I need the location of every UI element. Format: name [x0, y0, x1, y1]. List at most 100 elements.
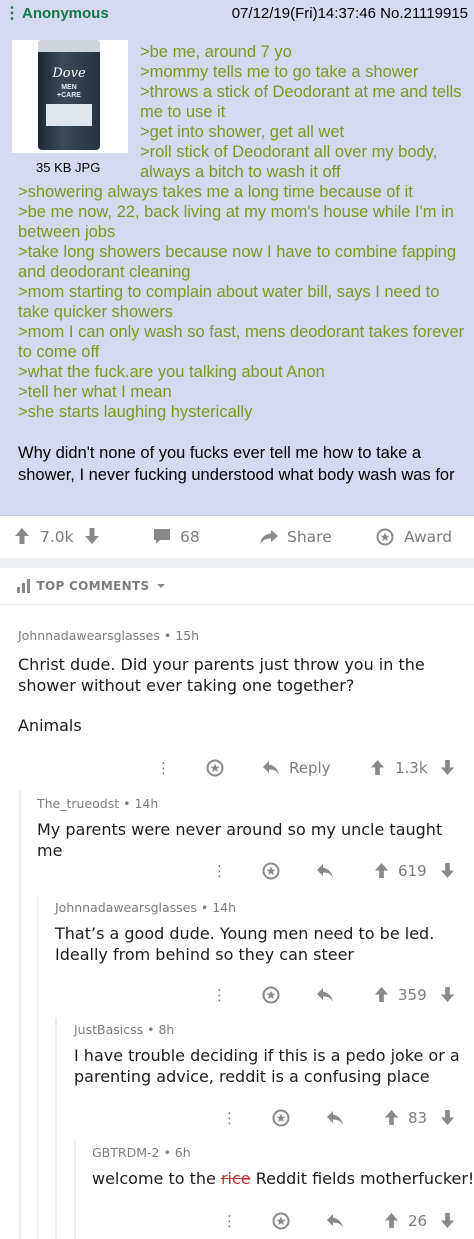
- comment-body: Christ dude. Did your parents just throw…: [18, 655, 425, 735]
- post-meta: 07/12/19(Fri)14:37:46 No.21119915: [231, 5, 468, 22]
- comment-meta: Johnnadawearsglasses • 14h: [55, 900, 237, 915]
- comment-author[interactable]: JustBasicss: [74, 1022, 143, 1037]
- post-thumbnail[interactable]: Dove MEN +CARE: [12, 40, 128, 153]
- downvote-icon[interactable]: [440, 759, 455, 776]
- reply-icon[interactable]: [326, 1213, 344, 1229]
- thread-line[interactable]: [55, 1018, 57, 1239]
- greentext-line: >take long showers because now I have to…: [18, 243, 456, 281]
- award-icon[interactable]: [262, 862, 280, 880]
- comment: The_trueodst • 14h My parents were never…: [37, 796, 467, 861]
- sort-label: TOP COMMENTS: [36, 579, 150, 593]
- downvote-icon[interactable]: [440, 1212, 455, 1229]
- more-icon[interactable]: ⋮: [212, 985, 227, 1005]
- downvote-icon[interactable]: [440, 1109, 455, 1126]
- comment-meta: Johnnadawearsglasses • 15h: [18, 628, 200, 643]
- post-card: ⋮ Anonymous 07/12/19(Fri)14:37:46 No.211…: [0, 0, 474, 516]
- greentext-line: >what the fuck.are you talking about Ano…: [18, 363, 325, 381]
- reply-icon[interactable]: [316, 863, 334, 879]
- greentext-line: >roll stick of Deodorant all over my bod…: [140, 143, 438, 181]
- award-icon[interactable]: [272, 1212, 290, 1230]
- upvote-icon[interactable]: [370, 759, 385, 776]
- comment-vote-count: 619: [398, 862, 427, 880]
- comment-meta: The_trueodst • 14h: [37, 796, 159, 811]
- comment-vote-count: 83: [408, 1109, 428, 1127]
- upvote-icon[interactable]: [384, 1212, 399, 1229]
- comment-meta: JustBasicss • 8h: [74, 1022, 175, 1037]
- comment: Johnnadawearsglasses • 15h Christ dude. …: [18, 628, 468, 737]
- comment-author[interactable]: The_trueodst: [37, 796, 119, 811]
- more-icon[interactable]: ⋮: [222, 1211, 237, 1231]
- share-button[interactable]: Share: [287, 527, 332, 547]
- upvote-icon[interactable]: [384, 1109, 399, 1126]
- greentext-line: >mom starting to complain about water bi…: [18, 283, 440, 321]
- award-button[interactable]: Award: [404, 527, 452, 547]
- thread-line[interactable]: [37, 896, 39, 1239]
- greentext-line: >get into shower, get all wet: [140, 123, 345, 141]
- sort-icon: [16, 578, 32, 594]
- comment-meta: GBTRDM-2 • 6h: [92, 1145, 191, 1160]
- post-menu-icon[interactable]: ⋮: [4, 0, 20, 28]
- greentext-line: >be me now, 22, back living at my mom's …: [18, 203, 454, 241]
- deodorant-cap: [38, 40, 100, 52]
- comment-age: 14h: [212, 900, 237, 915]
- downvote-icon[interactable]: [440, 862, 455, 879]
- upvote-icon[interactable]: [374, 862, 389, 879]
- comment-author[interactable]: Johnnadawearsglasses: [18, 628, 160, 643]
- comment-actions: ⋮ 26: [0, 1211, 474, 1231]
- post-closing-text: Why didn't none of you fucks ever tell m…: [18, 444, 455, 484]
- comment-body: My parents were never around so my uncle…: [37, 820, 443, 860]
- thread-line[interactable]: [19, 790, 21, 1239]
- comment-age: 15h: [175, 628, 200, 643]
- image-label: MEN +CARE: [57, 84, 81, 99]
- reply-icon[interactable]: [326, 1110, 344, 1126]
- reply-button[interactable]: Reply: [289, 758, 331, 778]
- comment-author[interactable]: GBTRDM-2: [92, 1145, 159, 1160]
- comment-age: 8h: [158, 1022, 175, 1037]
- reply-icon[interactable]: [262, 760, 280, 776]
- greentext-line: >be me, around 7 yo: [140, 43, 292, 61]
- comment-vote-count: 359: [398, 986, 427, 1004]
- greentext-line: >throws a stick of Deodorant at me and t…: [140, 83, 462, 121]
- more-icon[interactable]: ⋮: [212, 861, 227, 881]
- struck-text: rice: [220, 1169, 251, 1188]
- greentext-block-bottom: >showering always takes me a long time b…: [18, 182, 468, 422]
- file-info: 35 KB JPG: [36, 160, 101, 175]
- comment-icon[interactable]: [152, 528, 172, 546]
- award-icon[interactable]: [262, 986, 280, 1004]
- poster-name: Anonymous: [22, 5, 109, 22]
- comment-vote-count: 1.3k: [395, 759, 428, 777]
- post-header: ⋮ Anonymous 07/12/19(Fri)14:37:46 No.211…: [0, 0, 474, 28]
- greentext-line: >mommy tells me to go take a shower: [140, 63, 419, 81]
- award-icon[interactable]: [272, 1109, 290, 1127]
- comment-actions: ⋮ 359: [0, 985, 474, 1005]
- award-icon[interactable]: [206, 759, 224, 777]
- more-icon[interactable]: ⋮: [156, 758, 171, 778]
- reply-icon[interactable]: [316, 987, 334, 1003]
- chevron-down-icon: [156, 582, 166, 590]
- downvote-icon[interactable]: [440, 986, 455, 1003]
- award-icon[interactable]: [376, 528, 394, 546]
- comment: JustBasicss • 8h I have trouble deciding…: [74, 1022, 468, 1087]
- section-divider: [0, 558, 474, 568]
- share-icon[interactable]: [259, 529, 279, 545]
- comment-author[interactable]: Johnnadawearsglasses: [55, 900, 197, 915]
- image-logo-text: Dove: [52, 66, 86, 81]
- post-vote-count: 7.0k: [40, 528, 74, 546]
- greentext-block-top: >be me, around 7 yo >mommy tells me to g…: [140, 42, 470, 182]
- comment-actions: ⋮ Reply 1.3k: [0, 758, 474, 778]
- downvote-icon[interactable]: [84, 527, 100, 545]
- upvote-icon[interactable]: [374, 986, 389, 1003]
- separator: [0, 604, 474, 605]
- greentext-line: >she starts laughing hysterically: [18, 403, 253, 421]
- greentext-line: >tell her what I mean: [18, 383, 172, 401]
- greentext-line: >mom I can only wash so fast, mens deodo…: [18, 323, 465, 361]
- upvote-icon[interactable]: [14, 527, 30, 545]
- more-icon[interactable]: ⋮: [222, 1108, 237, 1128]
- comment-count[interactable]: 68: [180, 527, 200, 547]
- sort-comments-button[interactable]: TOP COMMENTS: [16, 578, 166, 594]
- comment-body: That’s a good dude. Young men need to be…: [55, 924, 435, 964]
- comment-vote-count: 26: [408, 1212, 428, 1230]
- comment-body: welcome to the rice Reddit fields mother…: [92, 1169, 474, 1188]
- image-band: [46, 104, 92, 126]
- comment-age: 6h: [174, 1145, 191, 1160]
